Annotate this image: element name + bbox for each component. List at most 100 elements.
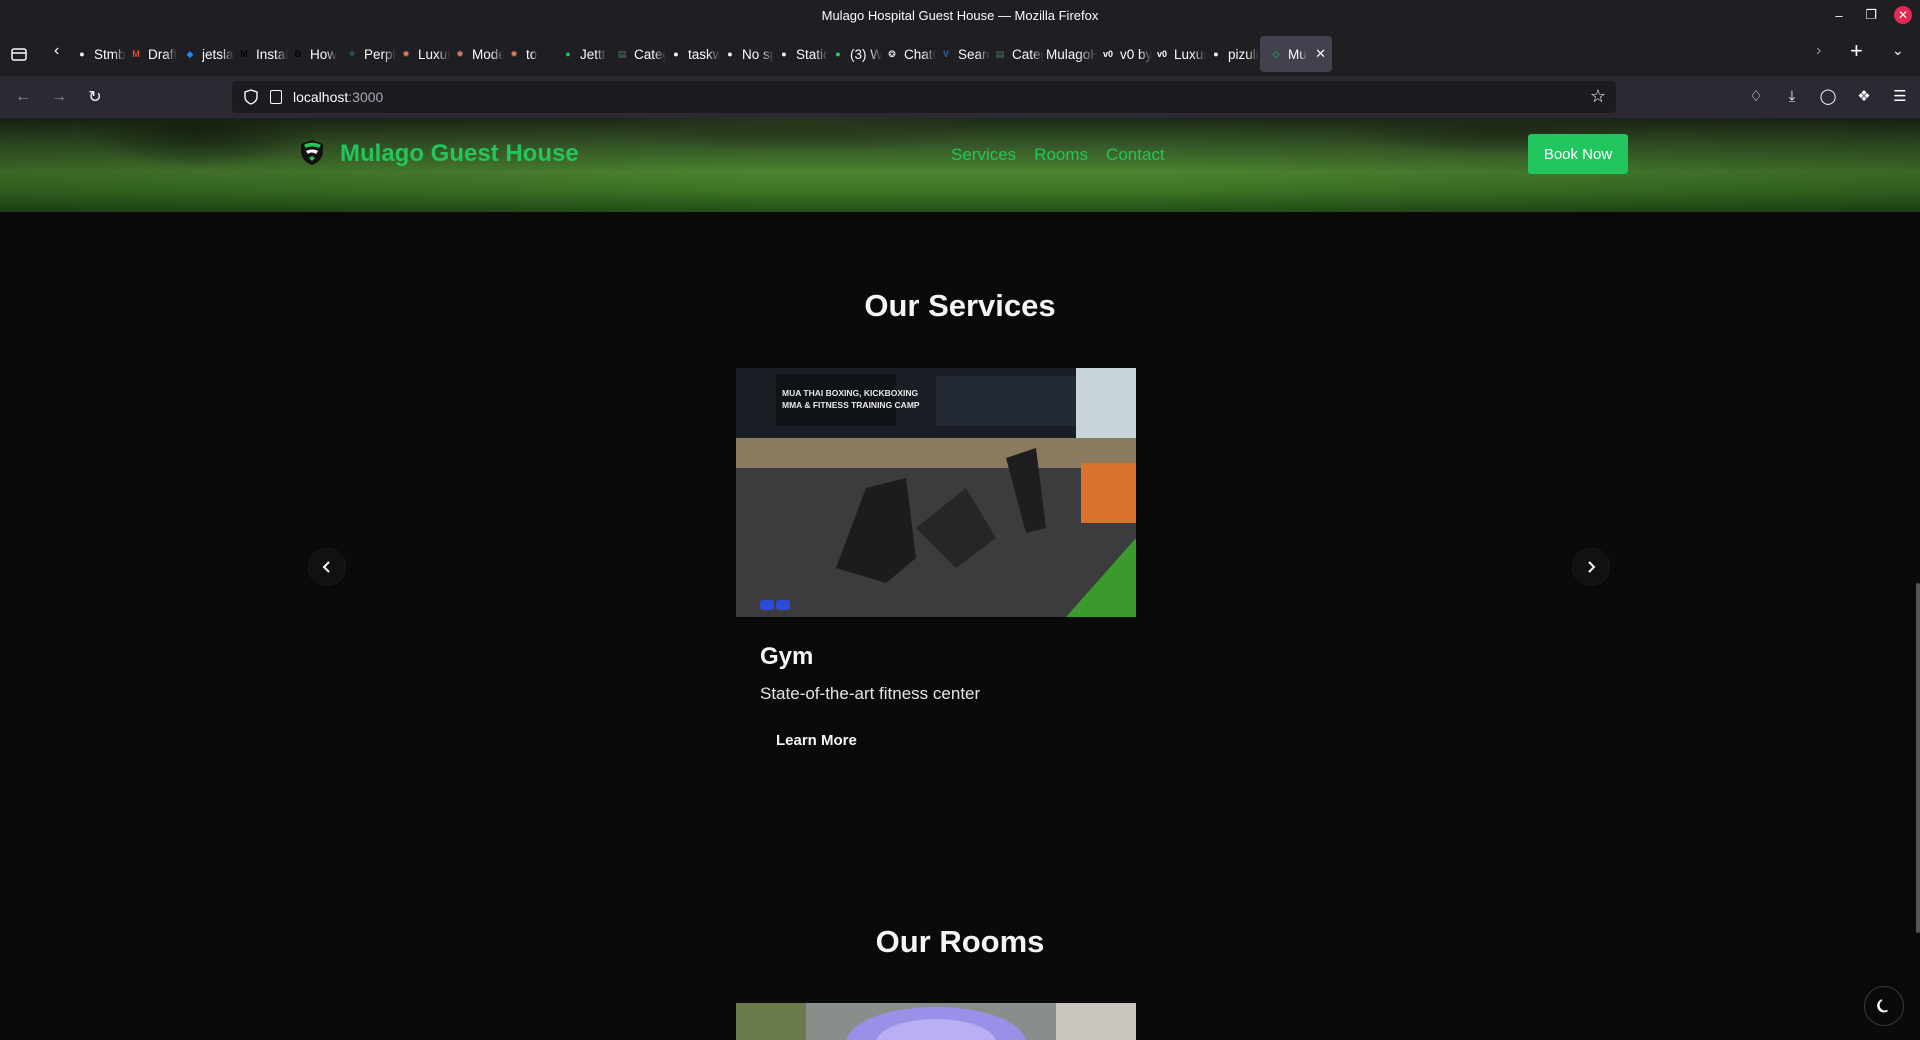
tab-label: jetsla xyxy=(202,46,234,62)
firefox-view-icon[interactable] xyxy=(10,45,28,63)
github-icon: ● xyxy=(79,49,85,59)
tab-label: pizuli xyxy=(1228,46,1259,62)
site-header: Mulago Guest House Services Rooms Contac… xyxy=(0,118,1920,212)
reload-icon[interactable]: ↻ xyxy=(84,86,106,108)
medium-icon: M xyxy=(240,49,248,59)
header-overlay xyxy=(0,118,1920,212)
browser-tab[interactable]: ✹ Mode xyxy=(450,36,504,72)
dev-icon: D xyxy=(294,49,302,59)
browser-tab[interactable]: M Instal xyxy=(234,36,288,72)
browser-tab[interactable]: ❂ ChatG xyxy=(882,36,936,72)
rooms-heading: Our Rooms xyxy=(875,924,1045,959)
whatsapp-icon: ● xyxy=(835,49,841,59)
browser-tab[interactable]: M Draft xyxy=(126,36,180,72)
downloads-icon[interactable]: ⤓ xyxy=(1782,86,1802,106)
gym-photo: MUA THAI BOXING, KICKBOXING MMA & FITNES… xyxy=(736,368,1136,617)
mulago-logo-icon: ◇ xyxy=(1272,48,1280,59)
claude-chat-icon: ✹ xyxy=(510,48,518,59)
jira-icon: ◆ xyxy=(186,48,194,59)
page-scrollbar[interactable] xyxy=(1916,583,1920,933)
tab-label: (3) W xyxy=(850,46,882,62)
chatgpt-icon: ❂ xyxy=(888,48,896,59)
tab-label: Mode xyxy=(472,46,504,62)
browser-tab-active[interactable]: ◇ Mu ✕ xyxy=(1260,36,1332,72)
toolbar-right: ♢ ⤓ ◯ ❖ ☰ xyxy=(1746,86,1910,106)
jett-icon: ● xyxy=(565,49,571,59)
web-page: Mulago Guest House Services Rooms Contac… xyxy=(0,118,1920,1040)
browser-tab[interactable]: ● Static xyxy=(774,36,828,72)
category-icon: ▤ xyxy=(995,48,1005,59)
browser-tab[interactable]: ● taskw xyxy=(666,36,720,72)
tab-strip: ‹ ● Stmb M Draft ◆ jetsla M Instal D How ✳ Perpl ✹ Lu… xyxy=(0,32,1920,76)
browser-tab[interactable]: ● Stmb xyxy=(72,36,126,72)
browser-tab[interactable]: ● Jettt xyxy=(558,36,612,72)
back-icon[interactable]: ← xyxy=(12,86,34,108)
tab-label: Stmb xyxy=(94,46,126,62)
tab-label: ChatG xyxy=(904,46,936,62)
mask-icon: ● xyxy=(781,49,787,59)
tab-label: Jettt xyxy=(580,46,606,62)
room-image xyxy=(736,1003,1136,1040)
tab-label: Categ xyxy=(634,46,666,62)
url-text[interactable]: localhost:3000 xyxy=(293,89,383,105)
url-bar[interactable]: localhost:3000 ☆ xyxy=(232,81,1616,113)
browser-tab[interactable]: ✳ Perpl xyxy=(342,36,396,72)
new-tab-icon[interactable]: + xyxy=(1850,38,1863,64)
theme-toggle-button[interactable] xyxy=(1864,986,1904,1026)
tab-label: No sp xyxy=(742,46,774,62)
tracking-protection-shield-icon[interactable] xyxy=(244,89,258,105)
browser-tab[interactable]: ✹ to xyxy=(504,36,558,72)
brand-name[interactable]: Mulago Guest House xyxy=(340,140,579,168)
page-info-icon[interactable] xyxy=(270,90,282,104)
browser-tab[interactable]: MulagoH xyxy=(1044,36,1098,72)
navigation-toolbar: ← → ↻ localhost:3000 ☆ ♢ ⤓ ◯ ❖ ☰ xyxy=(0,76,1920,118)
menu-icon[interactable]: ☰ xyxy=(1890,86,1910,106)
browser-tab[interactable]: ▤ Categ xyxy=(612,36,666,72)
close-tab-icon[interactable]: ✕ xyxy=(1315,46,1326,62)
browser-tab[interactable]: V Searc xyxy=(936,36,990,72)
pocket-icon[interactable]: ♢ xyxy=(1746,86,1766,106)
browser-tab[interactable]: ● (3) W xyxy=(828,36,882,72)
tab-label: Instal xyxy=(256,46,288,62)
v0-icon: v0 xyxy=(1156,49,1167,59)
services-heading: Our Services xyxy=(864,288,1056,323)
learn-more-button[interactable]: Learn More xyxy=(776,732,857,749)
browser-tab[interactable]: D How xyxy=(288,36,342,72)
browser-tab[interactable]: ▤ Categ xyxy=(990,36,1044,72)
tab-label: Categ xyxy=(1012,46,1044,62)
book-now-button[interactable]: Book Now xyxy=(1528,134,1628,174)
bookmark-star-icon[interactable]: ☆ xyxy=(1590,86,1606,107)
tab-label: Searc xyxy=(958,46,990,62)
tabs-scroll-right-icon[interactable]: › xyxy=(1816,42,1821,60)
minimize-icon[interactable]: – xyxy=(1830,6,1848,24)
browser-tab[interactable]: v0 v0 by xyxy=(1098,36,1152,72)
close-icon[interactable]: ✕ xyxy=(1894,6,1912,24)
tab-label: taskw xyxy=(688,46,720,62)
carousel-prev-button[interactable] xyxy=(308,548,346,586)
nav-link-rooms[interactable]: Rooms xyxy=(1034,145,1088,165)
browser-tab[interactable]: ● No sp xyxy=(720,36,774,72)
window-title: Mulago Hospital Guest House — Mozilla Fi… xyxy=(821,8,1099,23)
carousel-next-button[interactable] xyxy=(1572,548,1610,586)
site-nav: Services Rooms Contact xyxy=(951,145,1165,165)
nav-link-services[interactable]: Services xyxy=(951,145,1016,165)
room-photo xyxy=(736,1003,1136,1040)
forward-icon[interactable]: → xyxy=(48,86,70,108)
browser-tab[interactable]: ● pizuli xyxy=(1206,36,1260,72)
tab-label: Draft xyxy=(148,46,178,62)
window-controls: – ❐ ✕ xyxy=(1830,6,1912,24)
restore-icon[interactable]: ❐ xyxy=(1862,6,1880,24)
browser-tab[interactable]: v0 Luxur xyxy=(1152,36,1206,72)
url-host: localhost xyxy=(293,89,349,105)
shield-logo-icon[interactable] xyxy=(296,136,328,168)
extensions-icon[interactable]: ❖ xyxy=(1854,86,1874,106)
chevron-right-icon xyxy=(1588,561,1596,573)
service-card-title: Gym xyxy=(760,643,814,670)
browser-tab[interactable]: ◆ jetsla xyxy=(180,36,234,72)
tabs-scroll-left-icon[interactable]: ‹ xyxy=(54,42,59,60)
nav-link-contact[interactable]: Contact xyxy=(1106,145,1165,165)
browser-tab[interactable]: ✹ Luxur xyxy=(396,36,450,72)
tab-label: How xyxy=(310,46,338,62)
account-icon[interactable]: ◯ xyxy=(1818,86,1838,106)
list-all-tabs-icon[interactable]: ⌄ xyxy=(1892,42,1904,59)
